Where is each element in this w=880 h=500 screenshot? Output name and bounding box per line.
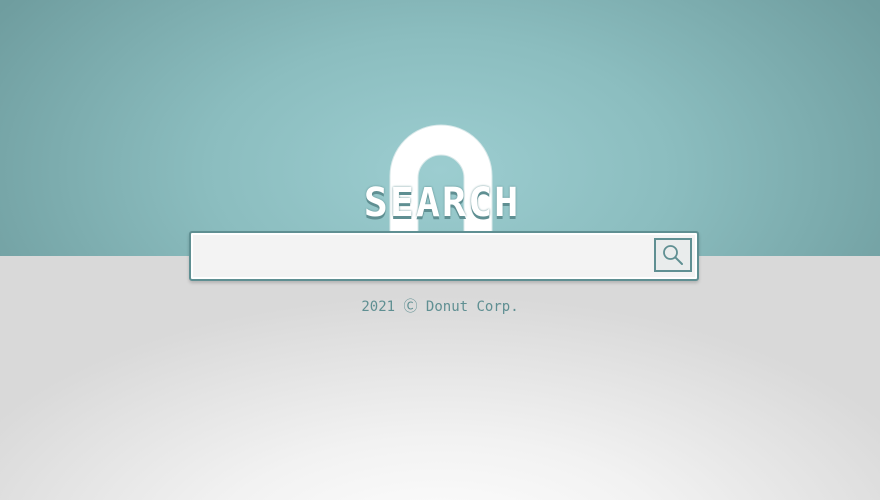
search-box: [189, 231, 699, 281]
copyright-footer: 2021 Ⓒ Donut Corp.: [361, 299, 519, 315]
bottom-background-band: [0, 256, 880, 500]
search-input[interactable]: [197, 239, 647, 273]
logo-title: SEARCH: [363, 180, 521, 226]
magnifier-icon: [661, 243, 685, 267]
search-button[interactable]: [654, 238, 692, 272]
